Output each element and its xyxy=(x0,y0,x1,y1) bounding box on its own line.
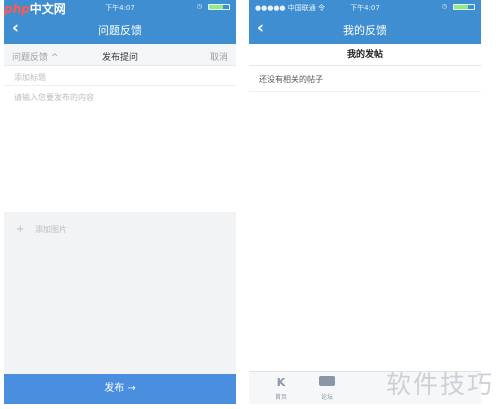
alarm-icon: ◷ xyxy=(196,3,202,10)
cancel-button[interactable]: 取消 xyxy=(210,50,228,63)
home-icon: K xyxy=(276,376,286,389)
status-bar: ●●●●● 中国联通 令 下午4:07 ◷ xyxy=(249,0,481,14)
watermark-text: 软件技巧 xyxy=(385,370,494,399)
page-title: 问题反馈 xyxy=(98,24,142,37)
feedback-compose-screen: 下午4:07 ◷ ‹ 问题反馈 问题反馈 ^ 发布提问 取消 添加标题 请输入您… xyxy=(4,0,236,409)
tab-home[interactable]: K 首页 xyxy=(261,376,301,401)
battery-icon xyxy=(208,4,230,10)
publish-button[interactable]: 发布 → xyxy=(4,374,236,404)
add-image-button[interactable]: + 添加图片 xyxy=(16,224,67,235)
my-feedback-screen: ●●●●● 中国联通 令 下午4:07 ◷ ‹ 我的反馈 我的发帖 还没有相关的… xyxy=(249,0,481,409)
site-logo: php中文网 xyxy=(4,0,66,17)
site-logo-suffix: 中文网 xyxy=(29,2,66,16)
nav-bar: ‹ 我的反馈 xyxy=(249,14,481,44)
compose-toolbar: 问题反馈 ^ 发布提问 取消 xyxy=(4,44,236,66)
forum-icon xyxy=(307,376,347,390)
add-image-label: 添加图片 xyxy=(34,225,67,234)
tab-forum[interactable]: 论坛 xyxy=(307,376,347,401)
image-area: + 添加图片 xyxy=(4,212,236,374)
title-placeholder: 添加标题 xyxy=(14,73,46,82)
alarm-icon: ◷ xyxy=(441,3,447,10)
section-title: 我的发帖 xyxy=(249,44,481,66)
title-field[interactable]: 添加标题 xyxy=(4,66,236,86)
plus-icon: + xyxy=(16,224,25,235)
empty-notice: 还没有相关的帖子 xyxy=(249,66,481,92)
tab-home-label: 首页 xyxy=(274,394,287,401)
compose-title: 发布提问 xyxy=(101,53,138,63)
tab-forum-label: 论坛 xyxy=(320,394,333,401)
battery-icon xyxy=(453,4,475,10)
nav-bar: ‹ 问题反馈 xyxy=(4,14,236,44)
site-logo-prefix: php xyxy=(4,2,30,16)
page-title: 我的反馈 xyxy=(343,24,387,37)
content-placeholder: 请输入您要发布的内容 xyxy=(14,93,94,102)
